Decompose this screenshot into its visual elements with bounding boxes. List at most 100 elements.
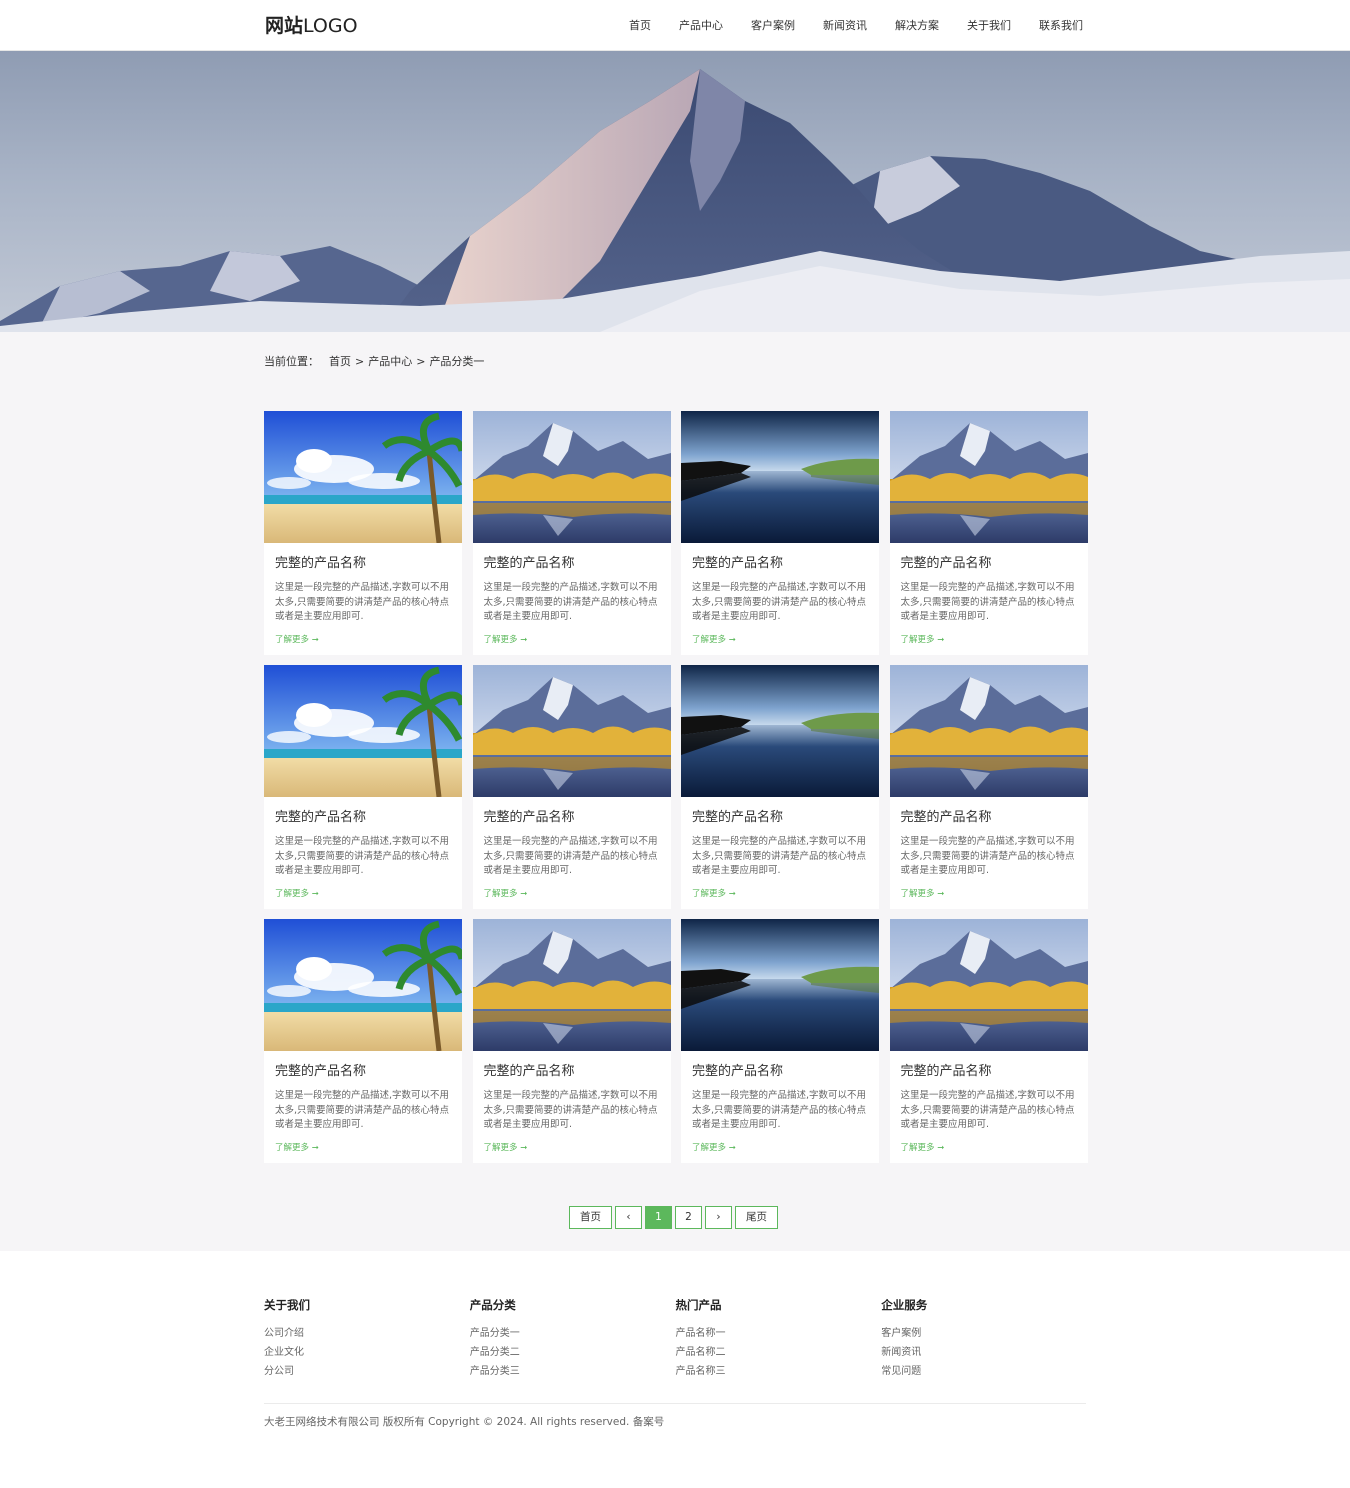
product-card-5[interactable]: 完整的产品名称 这里是一段完整的产品描述,字数可以不用太多,只需要简要的讲清楚产… (264, 665, 462, 909)
product-image (264, 411, 462, 543)
learn-more-link[interactable]: 了解更多 ➞ (275, 887, 452, 899)
product-card-2[interactable]: 完整的产品名称 这里是一段完整的产品描述,字数可以不用太多,只需要简要的讲清楚产… (472, 411, 671, 655)
product-card-body: 完整的产品名称 这里是一段完整的产品描述,字数可以不用太多,只需要简要的讲清楚产… (264, 797, 462, 899)
product-card-11[interactable]: 完整的产品名称 这里是一段完整的产品描述,字数可以不用太多,只需要简要的讲清楚产… (681, 919, 879, 1163)
nav-item-contact[interactable]: 联系我们 (1025, 0, 1097, 51)
footer-link[interactable]: 产品分类三 (470, 1362, 676, 1381)
product-card-7[interactable]: 完整的产品名称 这里是一段完整的产品描述,字数可以不用太多,只需要简要的讲清楚产… (681, 665, 879, 909)
product-thumbnail-beach[interactable] (264, 665, 462, 797)
breadcrumb-item-home[interactable]: 首页 (329, 353, 351, 371)
footer-link[interactable]: 新闻资讯 (881, 1343, 1087, 1362)
pagination-next[interactable]: › (705, 1206, 732, 1229)
product-image (472, 919, 671, 1051)
footer-link[interactable]: 产品分类二 (470, 1343, 676, 1362)
product-thumbnail-river[interactable] (681, 411, 879, 543)
product-thumbnail-mountain-lake[interactable] (889, 919, 1088, 1051)
footer-link[interactable]: 公司介绍 (264, 1324, 470, 1343)
product-card-body: 完整的产品名称 这里是一段完整的产品描述,字数可以不用太多,只需要简要的讲清楚产… (890, 543, 1088, 645)
learn-more-link[interactable]: 了解更多 ➞ (692, 633, 869, 645)
nav-item-news[interactable]: 新闻资讯 (809, 0, 881, 51)
learn-more-link[interactable]: 了解更多 ➞ (484, 887, 661, 899)
product-card-9[interactable]: 完整的产品名称 这里是一段完整的产品描述,字数可以不用太多,只需要简要的讲清楚产… (264, 919, 462, 1163)
footer-link[interactable]: 常见问题 (881, 1362, 1087, 1381)
product-card-body: 完整的产品名称 这里是一段完整的产品描述,字数可以不用太多,只需要简要的讲清楚产… (681, 797, 879, 899)
product-title[interactable]: 完整的产品名称 (901, 1063, 1078, 1081)
pagination-page-1[interactable]: 1 (645, 1206, 672, 1229)
footer-link[interactable]: 企业文化 (264, 1343, 470, 1362)
product-thumbnail-mountain-lake[interactable] (472, 919, 671, 1051)
product-title[interactable]: 完整的产品名称 (692, 809, 869, 827)
product-title[interactable]: 完整的产品名称 (692, 555, 869, 573)
product-image (472, 665, 671, 797)
product-thumbnail-beach[interactable] (264, 411, 462, 543)
learn-more-link[interactable]: 了解更多 ➞ (692, 887, 869, 899)
product-title[interactable]: 完整的产品名称 (484, 555, 661, 573)
product-title[interactable]: 完整的产品名称 (275, 1063, 452, 1081)
footer-column-title: 企业服务 (881, 1298, 928, 1312)
product-title[interactable]: 完整的产品名称 (275, 809, 452, 827)
product-card-3[interactable]: 完整的产品名称 这里是一段完整的产品描述,字数可以不用太多,只需要简要的讲清楚产… (681, 411, 879, 655)
product-card-6[interactable]: 完整的产品名称 这里是一段完整的产品描述,字数可以不用太多,只需要简要的讲清楚产… (472, 665, 671, 909)
site-header: 网站LOGO 首页 产品中心 客户案例 新闻资讯 解决方案 关于我们 联系我们 (0, 0, 1350, 51)
product-card-12[interactable]: 完整的产品名称 这里是一段完整的产品描述,字数可以不用太多,只需要简要的讲清楚产… (889, 919, 1088, 1163)
product-title[interactable]: 完整的产品名称 (901, 555, 1078, 573)
learn-more-link[interactable]: 了解更多 ➞ (901, 633, 1078, 645)
learn-more-link[interactable]: 了解更多 ➞ (275, 633, 452, 645)
footer-column-hot-products: 热门产品 产品名称一 产品名称二 产品名称三 (676, 1297, 882, 1381)
product-card-body: 完整的产品名称 这里是一段完整的产品描述,字数可以不用太多,只需要简要的讲清楚产… (473, 543, 671, 645)
nav-item-about[interactable]: 关于我们 (953, 0, 1025, 51)
learn-more-link[interactable]: 了解更多 ➞ (275, 1141, 452, 1153)
product-thumbnail-river[interactable] (681, 919, 879, 1051)
product-thumbnail-mountain-lake[interactable] (889, 665, 1088, 797)
footer-column-categories: 产品分类 产品分类一 产品分类二 产品分类三 (470, 1297, 676, 1381)
footer-link[interactable]: 产品名称三 (676, 1362, 882, 1381)
product-image (889, 665, 1088, 797)
product-description: 这里是一段完整的产品描述,字数可以不用太多,只需要简要的讲清楚产品的核心特点或者… (692, 836, 867, 876)
product-description: 这里是一段完整的产品描述,字数可以不用太多,只需要简要的讲清楚产品的核心特点或者… (900, 1090, 1075, 1130)
nav-item-products[interactable]: 产品中心 (665, 0, 737, 51)
footer-column-title: 产品分类 (469, 1298, 516, 1312)
product-title[interactable]: 完整的产品名称 (901, 809, 1078, 827)
pagination-page-2[interactable]: 2 (675, 1206, 702, 1229)
product-thumbnail-mountain-lake[interactable] (889, 411, 1088, 543)
nav-item-solutions[interactable]: 解决方案 (881, 0, 953, 51)
footer-link[interactable]: 产品名称一 (676, 1324, 882, 1343)
footer-column-services: 企业服务 客户案例 新闻资讯 常见问题 (881, 1297, 1087, 1381)
product-card-4[interactable]: 完整的产品名称 这里是一段完整的产品描述,字数可以不用太多,只需要简要的讲清楚产… (889, 411, 1088, 655)
learn-more-link[interactable]: 了解更多 ➞ (484, 1141, 661, 1153)
product-card-10[interactable]: 完整的产品名称 这里是一段完整的产品描述,字数可以不用太多,只需要简要的讲清楚产… (472, 919, 671, 1163)
footer-link[interactable]: 产品名称二 (676, 1343, 882, 1362)
nav-item-home[interactable]: 首页 (615, 0, 665, 51)
breadcrumb-item-category[interactable]: 产品分类一 (429, 353, 484, 371)
product-title[interactable]: 完整的产品名称 (484, 1063, 661, 1081)
learn-more-link[interactable]: 了解更多 ➞ (901, 887, 1078, 899)
learn-more-link[interactable]: 了解更多 ➞ (692, 1141, 869, 1153)
nav-item-cases[interactable]: 客户案例 (737, 0, 809, 51)
product-thumbnail-beach[interactable] (264, 919, 462, 1051)
footer-link[interactable]: 产品分类一 (470, 1324, 676, 1343)
footer-divider (264, 1403, 1086, 1404)
learn-more-link[interactable]: 了解更多 ➞ (484, 633, 661, 645)
footer-link[interactable]: 分公司 (264, 1362, 470, 1381)
product-title[interactable]: 完整的产品名称 (692, 1063, 869, 1081)
product-title[interactable]: 完整的产品名称 (484, 809, 661, 827)
footer-link[interactable]: 客户案例 (881, 1324, 1087, 1343)
pagination-first[interactable]: 首页 (569, 1206, 612, 1229)
product-thumbnail-river[interactable] (681, 665, 879, 797)
product-grid: 完整的产品名称 这里是一段完整的产品描述,字数可以不用太多,只需要简要的讲清楚产… (264, 411, 1088, 1163)
site-logo[interactable]: 网站LOGO (265, 14, 358, 38)
logo-text: LOGO (303, 15, 358, 37)
banner-mountain-image (0, 69, 1350, 332)
breadcrumb-item-products[interactable]: 产品中心 (368, 353, 412, 371)
product-thumbnail-mountain-lake[interactable] (472, 665, 671, 797)
product-title[interactable]: 完整的产品名称 (275, 555, 452, 573)
learn-more-link[interactable]: 了解更多 ➞ (901, 1141, 1078, 1153)
pagination-prev[interactable]: ‹ (615, 1206, 642, 1229)
product-card-1[interactable]: 完整的产品名称 这里是一段完整的产品描述,字数可以不用太多,只需要简要的讲清楚产… (264, 411, 462, 655)
product-card-8[interactable]: 完整的产品名称 这里是一段完整的产品描述,字数可以不用太多,只需要简要的讲清楚产… (889, 665, 1088, 909)
pagination-last[interactable]: 尾页 (735, 1206, 778, 1229)
product-thumbnail-mountain-lake[interactable] (472, 411, 671, 543)
product-image (264, 919, 462, 1051)
product-image (472, 411, 671, 543)
breadcrumb-separator: > (355, 355, 365, 368)
